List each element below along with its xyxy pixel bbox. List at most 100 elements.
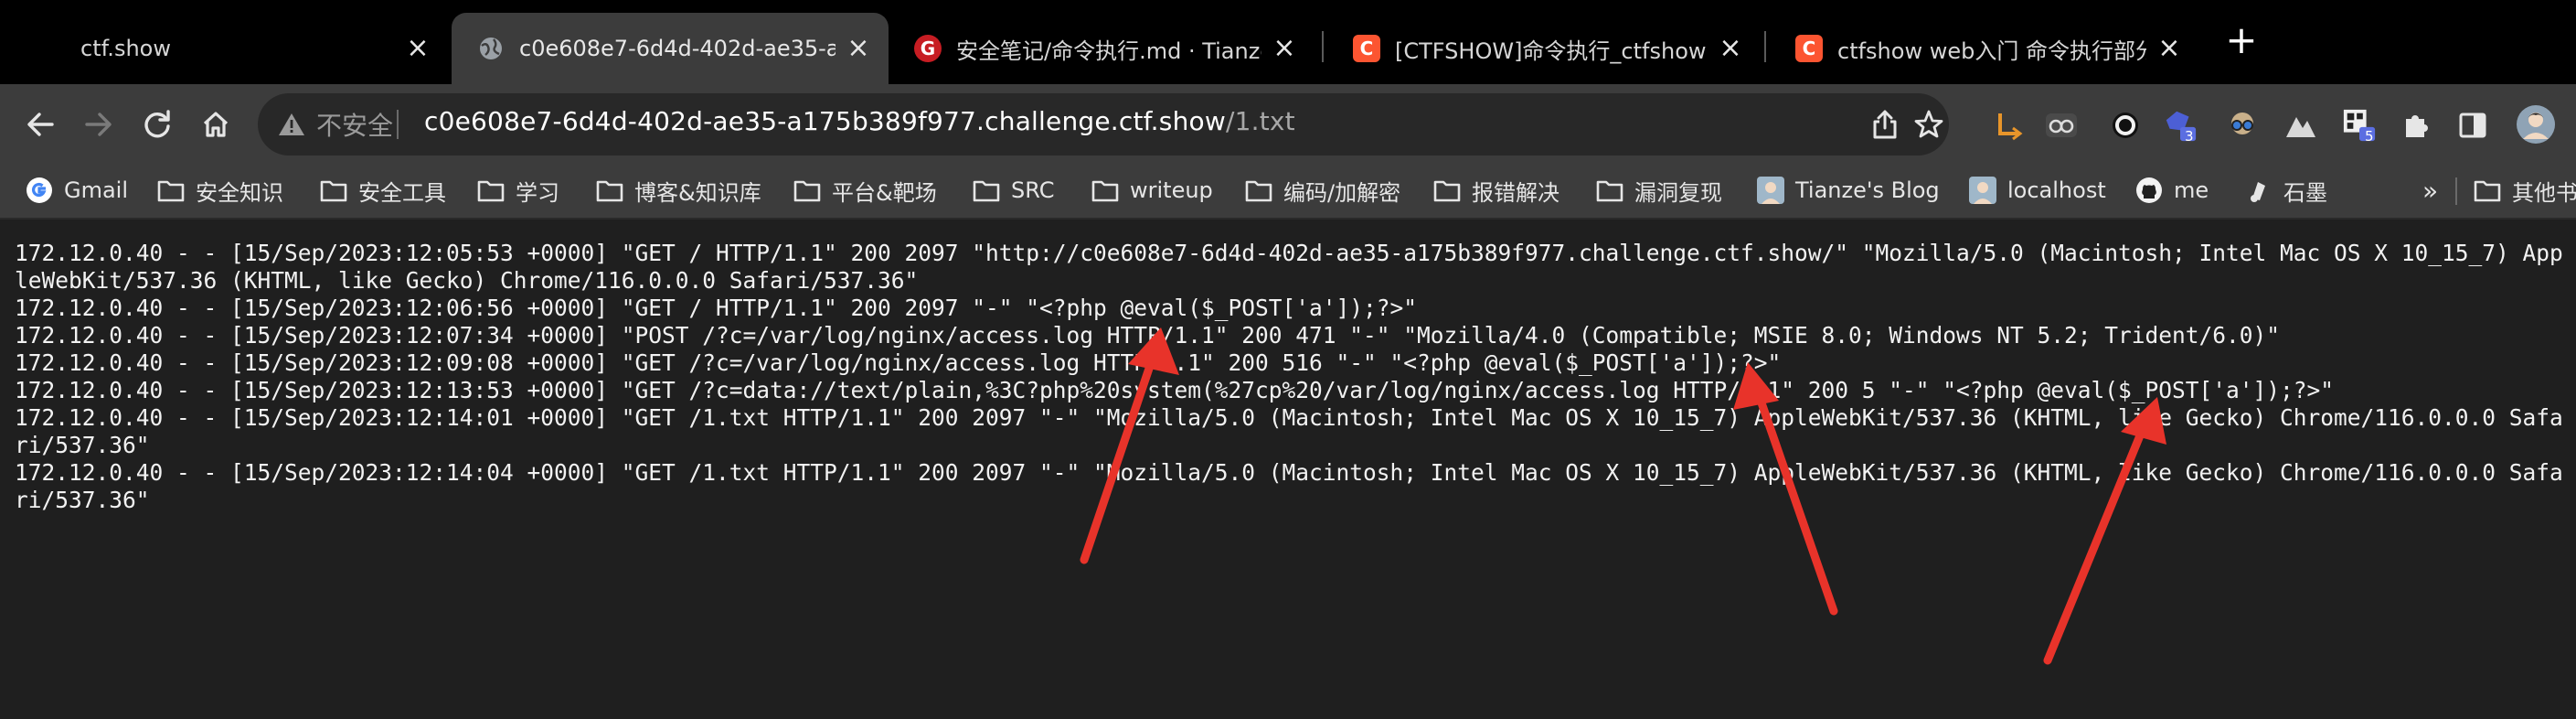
bookmark-folder-vuln-repro[interactable]: 漏洞复现 — [1596, 172, 1722, 209]
browser-toolbar: 不安全 c0e608e7-6d4d-402d-ae35-a175b389f977… — [0, 84, 2576, 165]
bookmark-folder-study[interactable]: 学习 — [477, 172, 559, 209]
bookmark-folder-errors[interactable]: 报错解决 — [1433, 172, 1559, 209]
log-line: 172.12.0.40 - - [15/Sep/2023:12:07:34 +0… — [15, 322, 2281, 349]
bookmark-label: Tianze's Blog — [1795, 177, 1940, 203]
bookmark-tianze-blog[interactable]: Tianze's Blog — [1757, 172, 1940, 209]
folder-icon — [477, 177, 505, 204]
bookmark-label: 漏洞复现 — [1634, 179, 1722, 206]
back-button[interactable] — [18, 102, 62, 146]
bookmark-label: 博客&知识库 — [634, 179, 761, 206]
tab-separator — [1764, 31, 1766, 62]
home-button[interactable] — [194, 102, 238, 146]
share-button[interactable] — [1868, 108, 1901, 141]
bookmark-label: SRC — [1011, 177, 1055, 203]
bookmark-folder-writeup[interactable]: writeup — [1091, 172, 1213, 209]
avatar-icon — [1757, 177, 1784, 204]
google-icon — [26, 177, 53, 204]
bookmark-folder-encoding[interactable]: 编码/加解密 — [1245, 172, 1400, 209]
blue-gem-extension-icon[interactable]: 3 — [2163, 108, 2198, 145]
log-line: 172.12.0.40 - - [15/Sep/2023:12:05:53 +0… — [15, 240, 2563, 294]
new-tab-button[interactable]: + — [2223, 21, 2260, 59]
reload-button[interactable] — [135, 102, 179, 146]
profile-avatar-icon[interactable] — [2516, 104, 2556, 145]
tab-ctf-show[interactable]: ctf.show × — [55, 13, 448, 84]
bookmark-localhost[interactable]: localhost — [1969, 172, 2106, 209]
tab-close-icon[interactable]: × — [404, 35, 431, 62]
extension-badge: 5 — [2365, 128, 2374, 145]
bookmark-label: 其他书 — [2512, 179, 2576, 206]
bookmark-me[interactable]: me — [2135, 172, 2209, 209]
github-icon — [2135, 177, 2163, 204]
folder-icon — [1433, 177, 1461, 204]
csdn-icon: C — [1353, 35, 1380, 62]
avatar-icon — [1969, 177, 1996, 204]
tab-close-icon[interactable]: × — [1717, 35, 1744, 62]
folder-icon — [973, 177, 1000, 204]
tab-close-icon[interactable]: × — [2156, 35, 2183, 62]
bookmark-gmail[interactable]: Gmail — [26, 172, 128, 209]
bookmark-label: 平台&靶场 — [832, 179, 937, 206]
bookmark-label: 编码/加解密 — [1283, 179, 1401, 206]
folder-icon — [1091, 177, 1119, 204]
forward-button[interactable] — [77, 102, 121, 146]
bookmark-folder-other[interactable]: 其他书 — [2474, 172, 2576, 209]
log-line: 172.12.0.40 - - [15/Sep/2023:12:14:04 +0… — [15, 459, 2563, 513]
qr-extension-icon[interactable]: 5 — [2342, 108, 2377, 145]
arrow-right-icon — [85, 113, 112, 136]
tab-csdn-web-intro[interactable]: C ctfshow web入门 命令执行部分 × — [1770, 13, 2199, 84]
bookmark-label: 报错解决 — [1472, 179, 1559, 206]
csdn-icon: C — [1795, 35, 1823, 62]
folder-icon — [1245, 177, 1272, 204]
log-line: 172.12.0.40 - - [15/Sep/2023:12:14:01 +0… — [15, 404, 2563, 458]
tab-title: ctf.show — [80, 36, 171, 61]
bookmark-folder-platforms[interactable]: 平台&靶场 — [793, 172, 937, 209]
bookmark-shimo[interactable]: 石墨 — [2245, 172, 2327, 209]
tab-close-icon[interactable]: × — [1271, 35, 1298, 62]
glasses-extension-icon[interactable] — [2044, 108, 2079, 143]
bookmarks-overflow-button[interactable]: » — [2422, 172, 2438, 209]
security-label[interactable]: 不安全 — [316, 106, 393, 143]
folder-icon — [157, 177, 185, 204]
puzzle-icon[interactable] — [2399, 108, 2433, 143]
bookmarks-bar: Gmail 安全知识 安全工具 学习 博客&知识库 平台&靶场 SRC writ… — [0, 165, 2576, 220]
sidepanel-icon[interactable] — [2455, 108, 2490, 143]
omnibox-divider — [397, 110, 399, 139]
bookmark-folder-security-knowledge[interactable]: 安全知识 — [157, 172, 283, 209]
folder-icon — [2474, 177, 2501, 204]
mountain-extension-icon[interactable] — [2283, 108, 2318, 143]
extension-badge: 3 — [2185, 128, 2194, 145]
ring-extension-icon[interactable] — [2108, 108, 2143, 143]
warning-triangle-icon[interactable] — [278, 112, 305, 137]
bookmarks-divider — [2455, 177, 2457, 205]
address-bar[interactable]: 不安全 c0e608e7-6d4d-402d-ae35-a175b389f977… — [258, 93, 1949, 156]
access-log-text: 172.12.0.40 - - [15/Sep/2023:12:05:53 +0… — [15, 240, 2565, 514]
tab-title: c0e608e7-6d4d-402d-ae35-a — [519, 36, 836, 61]
orange-arrow-extension-icon[interactable] — [1991, 108, 2026, 143]
bookmark-label: localhost — [2007, 177, 2106, 203]
tab-close-icon[interactable]: × — [845, 35, 872, 62]
shimo-icon — [2245, 177, 2273, 204]
arrow-left-icon — [27, 113, 54, 136]
home-icon — [203, 112, 229, 137]
log-line: 172.12.0.40 - - [15/Sep/2023:12:13:53 +0… — [15, 377, 2335, 403]
bookmark-folder-src[interactable]: SRC — [973, 172, 1054, 209]
tab-csdn-ctfshow[interactable]: C [CTFSHOW]命令执行_ctfshow × — [1327, 13, 1761, 84]
share-icon — [1873, 110, 1897, 139]
bookmark-folder-security-tools[interactable]: 安全工具 — [320, 172, 446, 209]
bookmark-folder-blogs[interactable]: 博客&知识库 — [596, 172, 761, 209]
tab-gitee-notes[interactable]: G 安全笔记/命令执行.md · Tianze/ × — [889, 13, 1315, 84]
tab-challenge-log[interactable]: c0e608e7-6d4d-402d-ae35-a × — [452, 13, 889, 84]
bookmark-label: 安全知识 — [196, 179, 283, 206]
goggles-extension-icon[interactable] — [2225, 108, 2260, 143]
gitee-icon: G — [914, 35, 942, 62]
url-text[interactable]: c0e608e7-6d4d-402d-ae35-a175b389f977.cha… — [424, 106, 1295, 136]
bookmark-label: 学习 — [516, 179, 559, 206]
url-host: c0e608e7-6d4d-402d-ae35-a175b389f977.cha… — [424, 106, 1226, 136]
bookmark-star-button[interactable] — [1912, 108, 1945, 141]
log-line: 172.12.0.40 - - [15/Sep/2023:12:06:56 +0… — [15, 295, 1418, 321]
bookmark-label: 石墨 — [2283, 179, 2327, 206]
globe-icon — [477, 35, 505, 62]
bookmark-label: Gmail — [64, 177, 129, 203]
tab-strip: ctf.show × c0e608e7-6d4d-402d-ae35-a × G… — [0, 0, 2576, 84]
star-icon — [1914, 110, 1943, 138]
